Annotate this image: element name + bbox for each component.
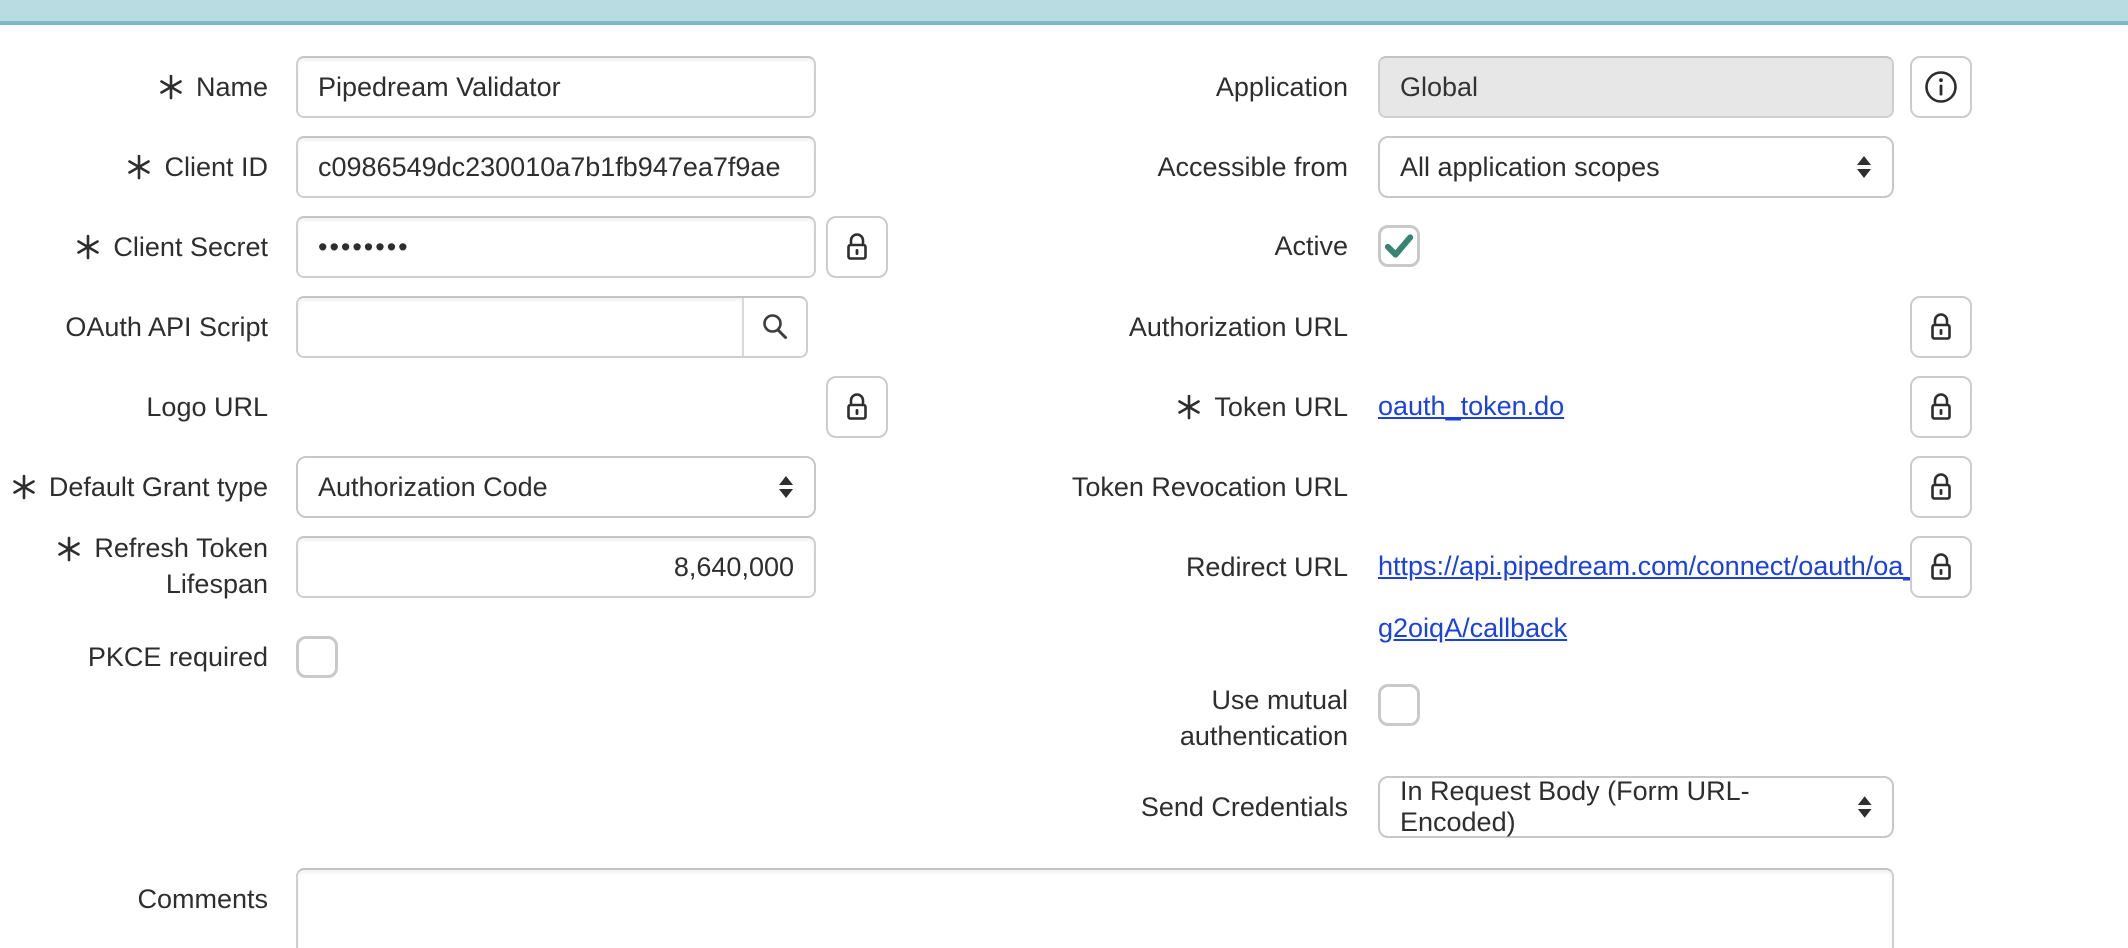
redirect-url-label: Redirect URL [1000, 536, 1348, 598]
authorization-url-label: Authorization URL [1000, 296, 1348, 358]
accessible-from-select[interactable]: All application scopes [1378, 136, 1894, 198]
oauth-api-script-reference-field [296, 296, 808, 358]
lock-icon [840, 230, 874, 264]
application-readonly-field [1378, 56, 1894, 118]
oauth-api-script-lookup-button[interactable] [742, 298, 806, 356]
lock-icon [1924, 550, 1958, 584]
lock-icon [1924, 470, 1958, 504]
comments-textarea[interactable] [296, 868, 1894, 948]
token-revocation-url-lock-button[interactable] [1910, 456, 1972, 518]
token-revocation-url-label: Token Revocation URL [1000, 456, 1348, 518]
logo-url-label: Logo URL [0, 376, 268, 438]
token-url-link[interactable]: oauth_token.do [1378, 390, 1564, 422]
token-url-lock-button[interactable] [1910, 376, 1972, 438]
required-asterisk-icon [125, 153, 153, 181]
required-asterisk-icon [55, 535, 83, 563]
name-input[interactable] [296, 56, 816, 118]
info-icon [1922, 68, 1960, 106]
redirect-url-lock-button[interactable] [1910, 536, 1972, 598]
search-icon [758, 310, 792, 344]
checkmark-icon [1381, 225, 1417, 267]
client-id-label: Client ID [0, 136, 268, 198]
application-label: Application [1000, 56, 1348, 118]
required-asterisk-icon [1175, 393, 1203, 421]
lock-icon [840, 390, 874, 424]
use-mutual-authentication-label: Use mutualauthentication [1000, 682, 1348, 756]
default-grant-type-label: Default Grant type [0, 456, 268, 518]
lock-icon [1924, 390, 1958, 424]
oauth-api-script-input[interactable] [298, 298, 742, 356]
redirect-url-link-line2[interactable]: g2oiqA/callback [1378, 612, 1567, 644]
client-id-input[interactable] [296, 136, 816, 198]
refresh-token-lifespan-label: Refresh TokenLifespan [0, 530, 268, 604]
select-caret-icon [774, 470, 798, 504]
oauth-api-script-label: OAuth API Script [0, 296, 268, 358]
accessible-from-label: Accessible from [1000, 136, 1348, 198]
token-url-label: Token URL [1000, 376, 1348, 438]
send-credentials-label: Send Credentials [1000, 776, 1348, 838]
required-asterisk-icon [10, 473, 38, 501]
comments-label: Comments [0, 868, 268, 930]
active-label: Active [1000, 225, 1348, 267]
required-asterisk-icon [157, 73, 185, 101]
lock-icon [1924, 310, 1958, 344]
logo-url-lock-button[interactable] [826, 376, 888, 438]
redirect-url-link[interactable]: https://api.pipedream.com/connect/oauth/… [1378, 550, 1918, 582]
pkce-required-label: PKCE required [0, 636, 268, 678]
use-mutual-authentication-checkbox[interactable] [1378, 684, 1420, 726]
client-secret-label: Client Secret [0, 216, 268, 278]
client-secret-lock-button[interactable] [826, 216, 888, 278]
oauth-registry-form: Name Client ID Client Secret OAuth API S… [0, 0, 2128, 948]
default-grant-type-select[interactable]: Authorization Code [296, 456, 816, 518]
required-asterisk-icon [74, 233, 102, 261]
select-caret-icon [1853, 790, 1876, 824]
name-label: Name [0, 56, 268, 118]
client-secret-input[interactable] [296, 216, 816, 278]
select-caret-icon [1852, 150, 1876, 184]
authorization-url-lock-button[interactable] [1910, 296, 1972, 358]
pkce-required-checkbox[interactable] [296, 636, 338, 678]
refresh-token-lifespan-input[interactable] [296, 536, 816, 598]
send-credentials-select[interactable]: In Request Body (Form URL-Encoded) [1378, 776, 1894, 838]
active-checkbox[interactable] [1378, 225, 1420, 267]
form-header-bar [0, 0, 2128, 25]
application-info-button[interactable] [1910, 56, 1972, 118]
